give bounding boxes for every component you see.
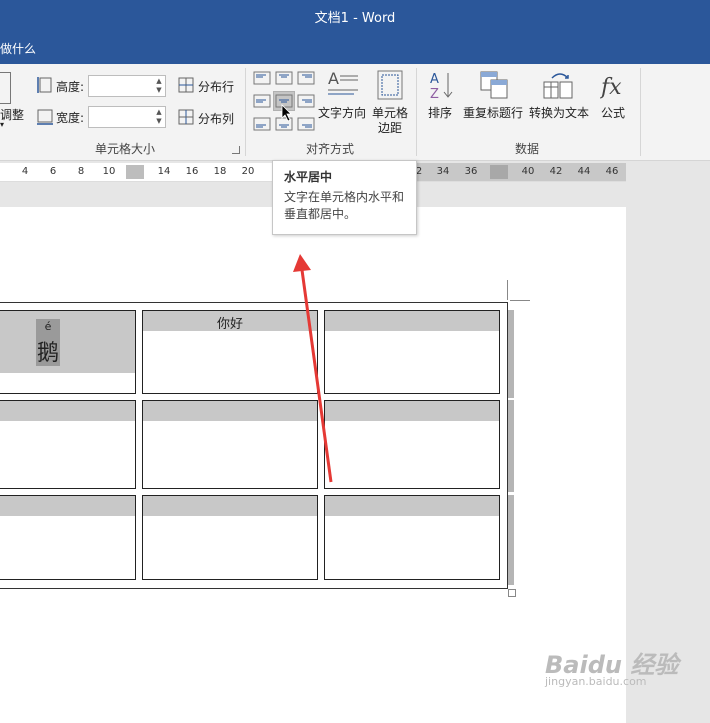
watermark-url: jingyan.baidu.com <box>545 675 647 688</box>
annotation-arrow-icon <box>293 254 333 483</box>
